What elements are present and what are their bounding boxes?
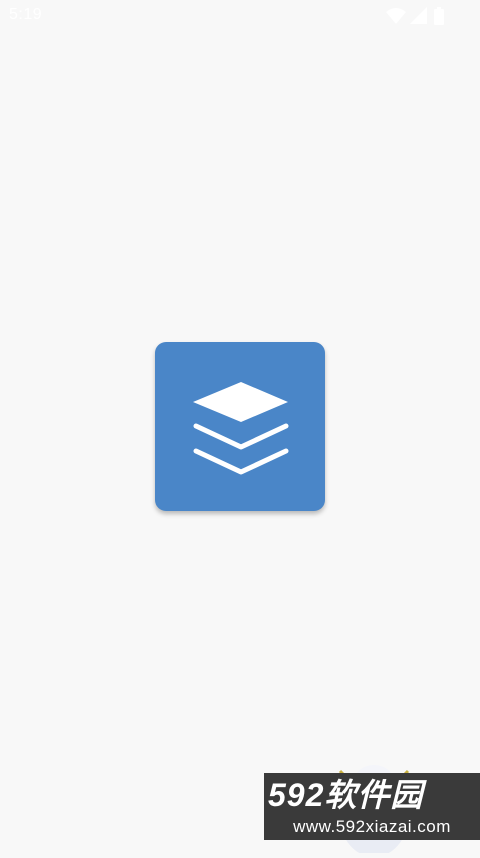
watermark-title: 592软件园 bbox=[268, 777, 424, 813]
watermark-banner: 592软件园 www.592xiazai.com bbox=[264, 773, 480, 840]
status-bar: 5:19 bbox=[0, 0, 480, 32]
battery-icon bbox=[434, 7, 444, 30]
wifi-icon bbox=[386, 7, 406, 30]
splash-screen: { "status_bar": { "time": "5:19", "icons… bbox=[0, 0, 480, 857]
app-logo bbox=[155, 342, 325, 511]
status-time: 5:19 bbox=[9, 6, 43, 23]
signal-icon bbox=[410, 7, 428, 30]
status-icons bbox=[386, 7, 452, 25]
watermark-url: www.592xiazai.com bbox=[293, 817, 451, 836]
layers-icon bbox=[193, 382, 289, 475]
